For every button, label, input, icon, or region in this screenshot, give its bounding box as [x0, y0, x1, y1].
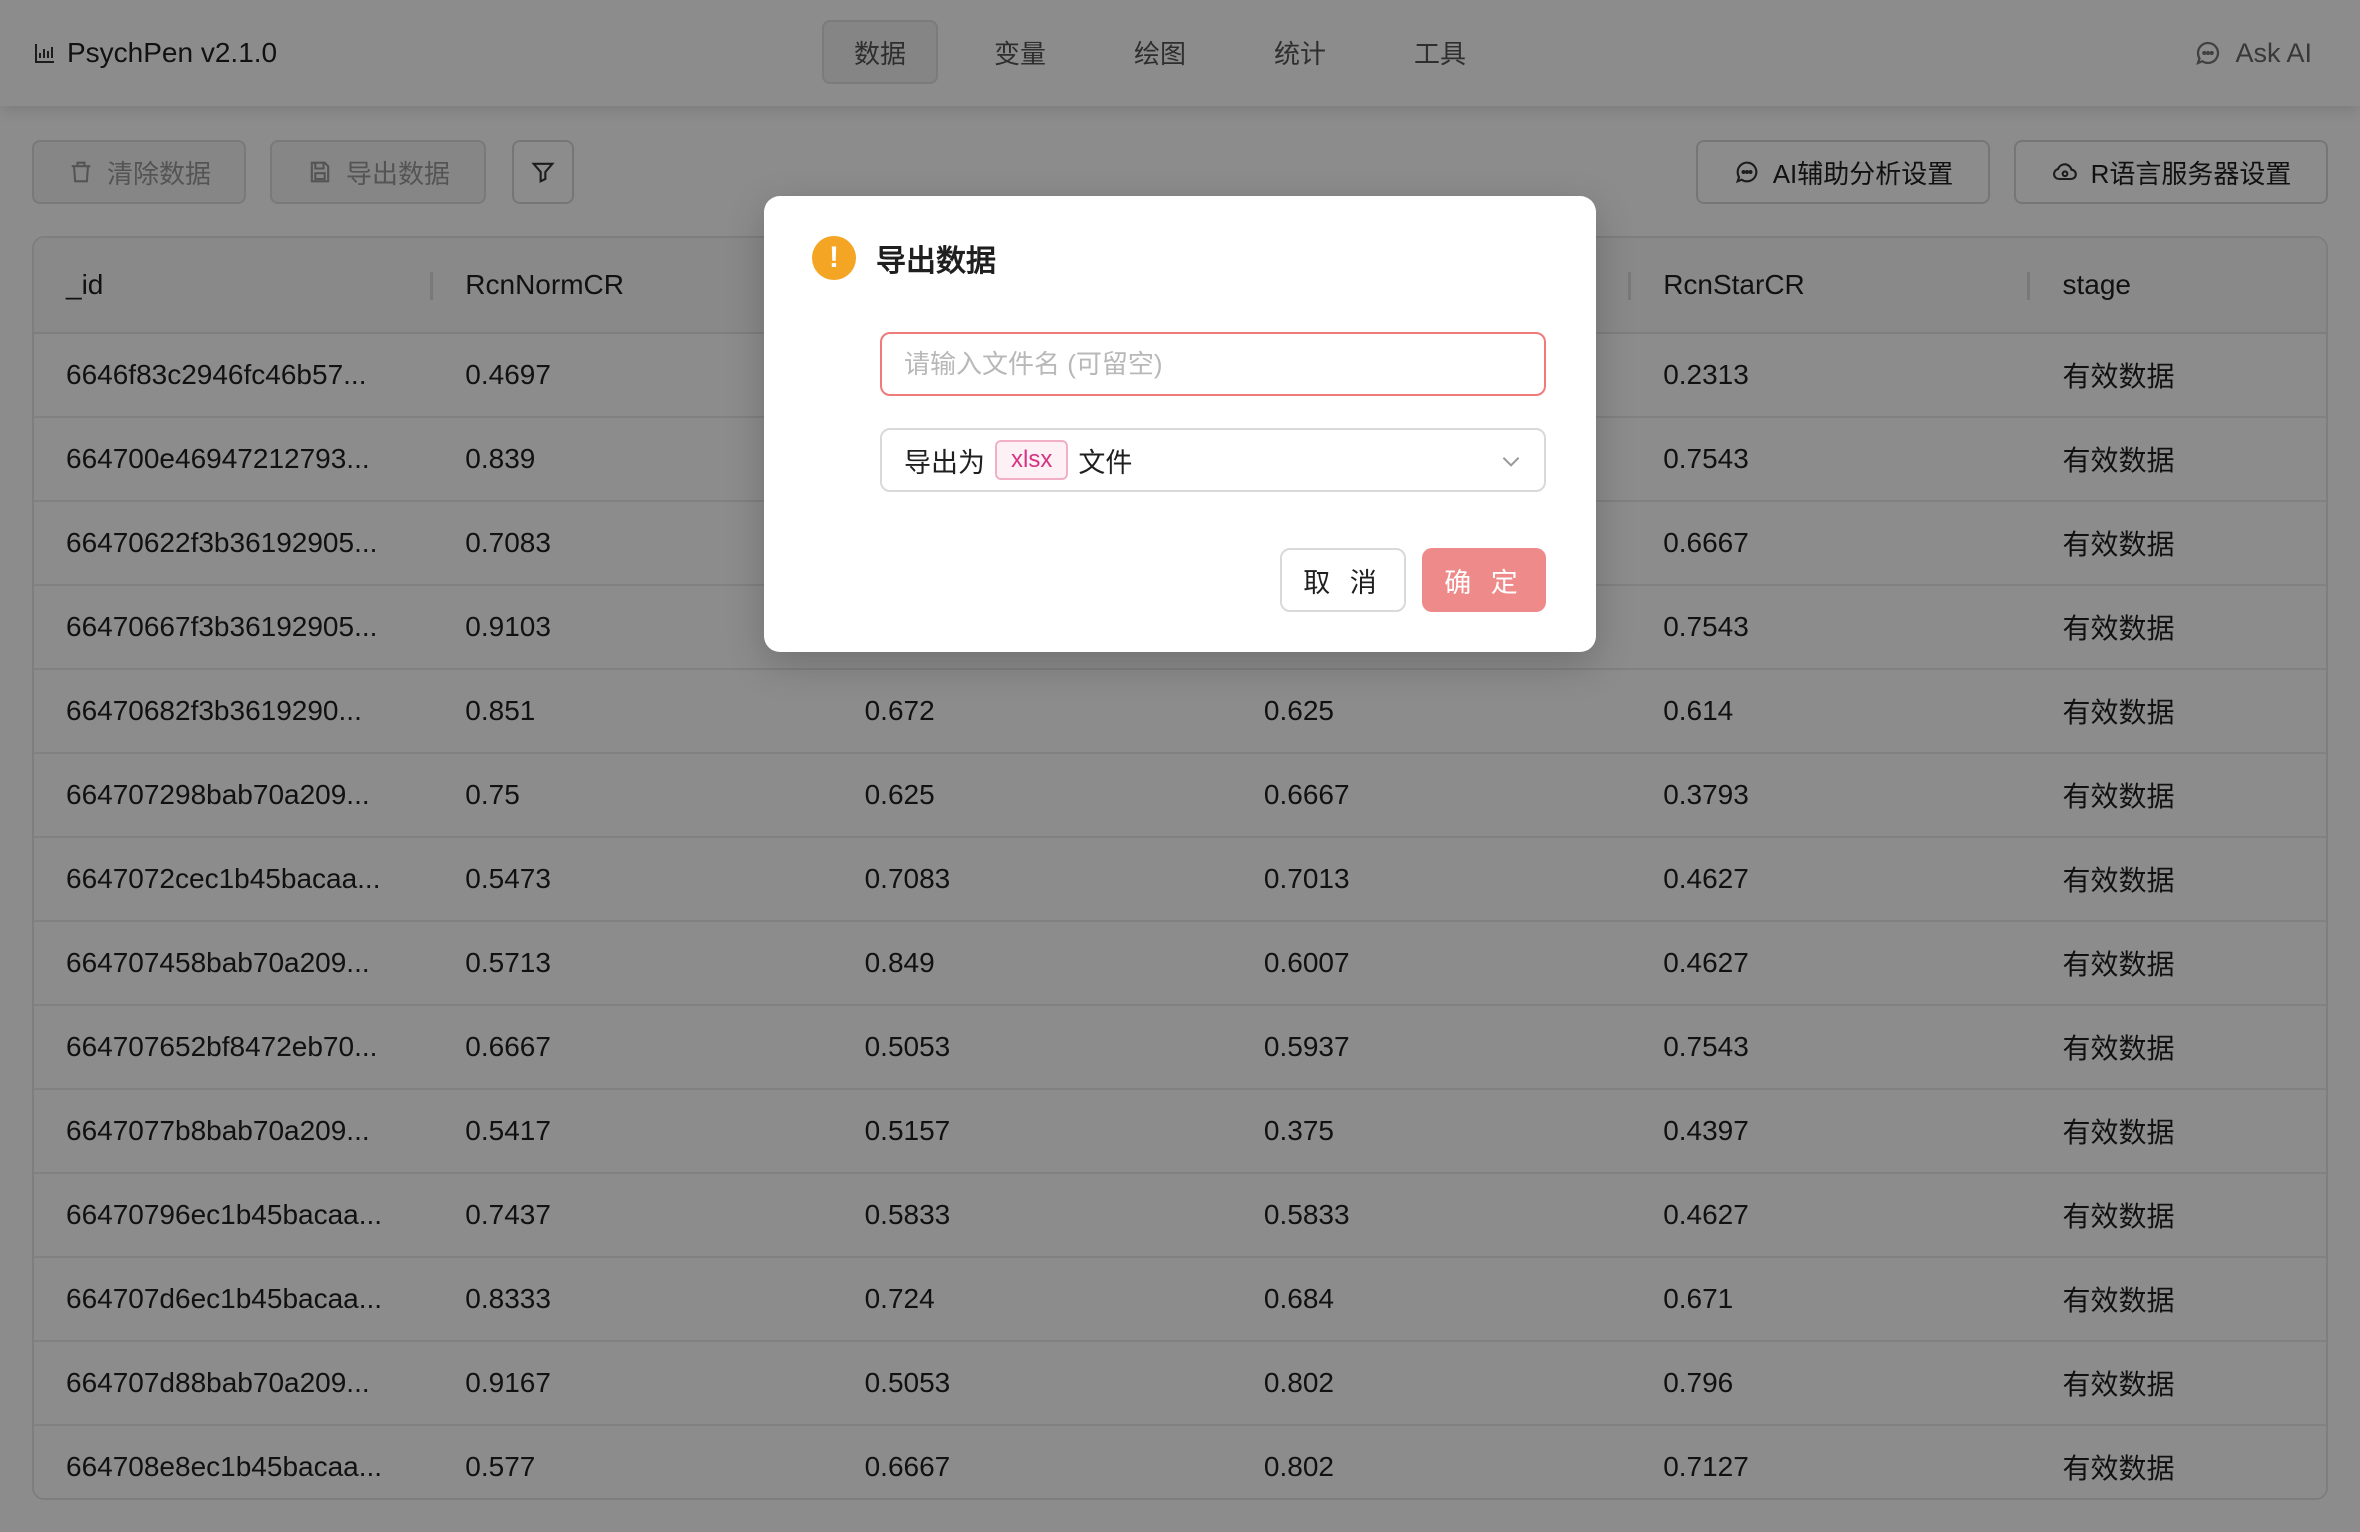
- dialog-title-row: ! 导出数据: [812, 236, 996, 280]
- filename-input[interactable]: [880, 332, 1546, 396]
- format-suffix: 文件: [1078, 447, 1133, 478]
- format-tag: xlsx: [995, 440, 1069, 480]
- format-select[interactable]: 导出为 xlsx 文件: [880, 428, 1546, 492]
- dialog-title: 导出数据: [876, 245, 996, 278]
- export-dialog: ! 导出数据 导出为 xlsx 文件 取 消 确 定: [764, 196, 1596, 652]
- exclamation-icon: !: [812, 236, 856, 280]
- cancel-button[interactable]: 取 消: [1280, 548, 1406, 612]
- chevron-down-icon: [1502, 457, 1520, 467]
- confirm-button[interactable]: 确 定: [1422, 548, 1546, 612]
- format-prefix: 导出为: [904, 447, 985, 478]
